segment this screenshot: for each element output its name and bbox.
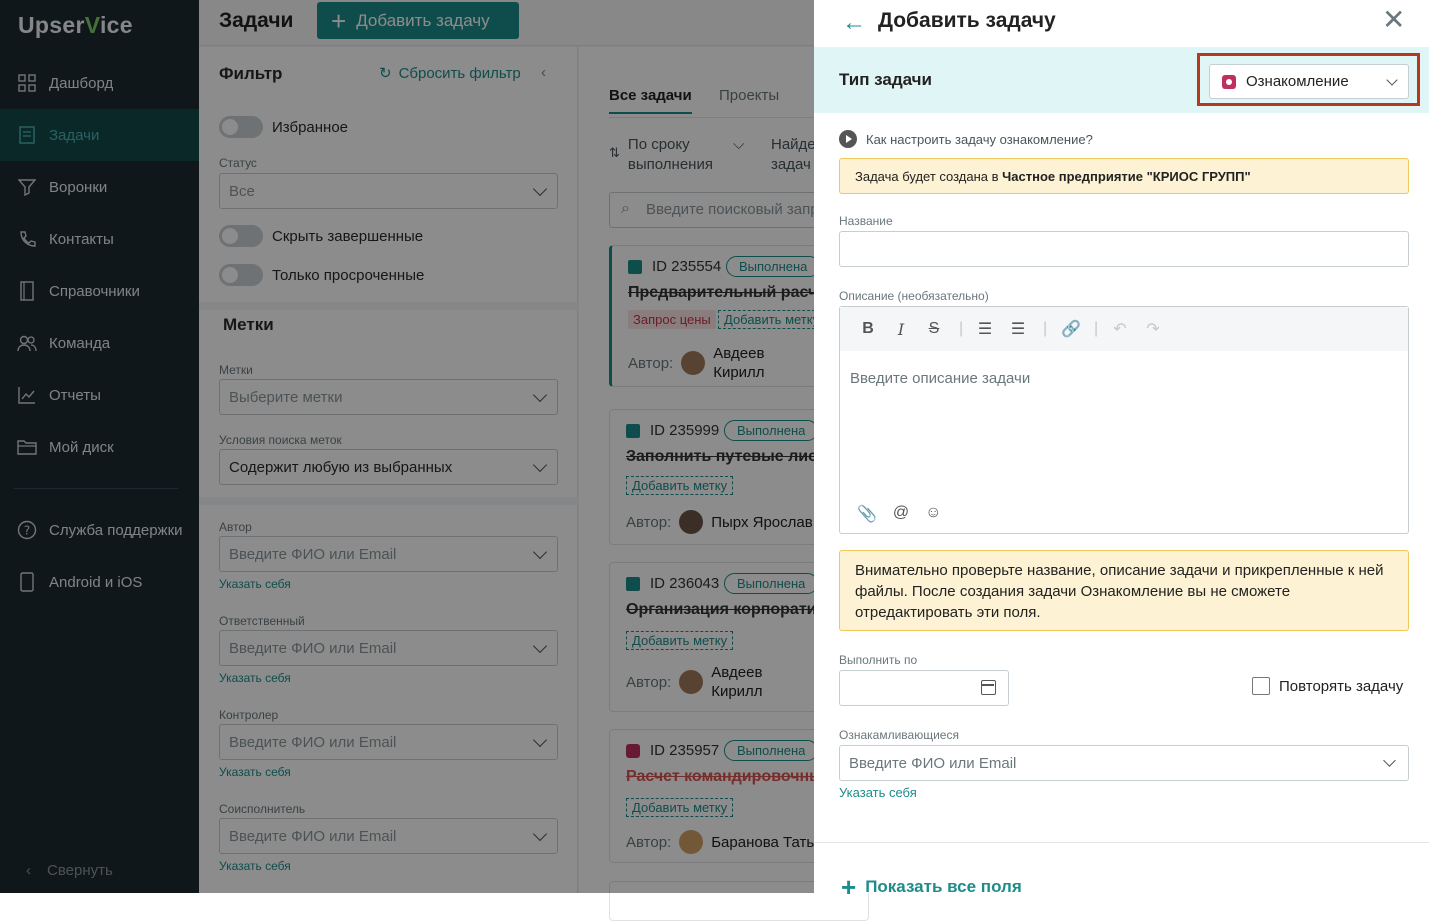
warning-message: Внимательно проверьте название, описание…	[839, 550, 1409, 631]
panel-title: Добавить задачу	[878, 9, 1056, 32]
task-type-select[interactable]: Ознакомление	[1209, 64, 1409, 99]
description-placeholder: Введите описание задачи	[850, 370, 1031, 387]
modal-overlay[interactable]	[0, 0, 814, 893]
show-all-label: Показать все поля	[865, 877, 1022, 896]
editor-toolbar: B I S | ☰ ☰ | 🔗 | ↶ ↷	[840, 307, 1408, 351]
repeat-label: Повторять задачу	[1279, 677, 1404, 695]
task-type-bar: Тип задачи Ознакомление	[814, 47, 1429, 113]
redo-icon[interactable]: ↷	[1145, 319, 1161, 339]
chevron-down-icon	[1386, 74, 1398, 86]
name-label: Название	[839, 214, 893, 228]
info-prefix: Задача будет создана в	[855, 169, 1003, 184]
close-icon[interactable]: ✕	[1382, 6, 1405, 34]
checkbox[interactable]	[1252, 677, 1270, 695]
eye-icon	[1222, 74, 1236, 89]
task-name-input[interactable]	[839, 231, 1409, 267]
readers-placeholder: Введите ФИО или Email	[849, 755, 1017, 772]
plus-icon: +	[841, 872, 857, 902]
task-type-value: Ознакомление	[1246, 73, 1349, 90]
editor-footer: 📎 @ ☺	[857, 504, 958, 524]
description-label: Описание (необязательно)	[839, 289, 989, 303]
calendar-icon[interactable]	[981, 680, 996, 695]
readers-label: Ознакамливающиеся	[839, 728, 959, 742]
repeat-checkbox[interactable]: Повторять задачу	[1252, 677, 1403, 695]
play-icon	[839, 130, 857, 148]
due-date-input[interactable]	[839, 670, 1009, 706]
readers-self-link[interactable]: Указать себя	[839, 785, 917, 800]
highlight-frame: Ознакомление	[1197, 53, 1420, 106]
emoji-icon[interactable]: ☺	[925, 504, 941, 524]
panel-header: ← Добавить задачу ✕	[814, 0, 1429, 46]
separator: |	[1094, 320, 1099, 337]
howto-label: Как настроить задачу ознакомление?	[866, 131, 1093, 147]
undo-icon[interactable]: ↶	[1112, 319, 1128, 339]
show-all-fields-button[interactable]: + Показать все поля	[841, 874, 1022, 900]
separator: |	[1043, 320, 1048, 337]
description-editor[interactable]: B I S | ☰ ☰ | 🔗 | ↶ ↷ Введите описание з…	[839, 306, 1409, 534]
bold-icon[interactable]: B	[860, 320, 876, 338]
strikethrough-icon[interactable]: S	[926, 320, 942, 338]
link-icon[interactable]: 🔗	[1061, 319, 1081, 339]
company-name: Частное предприятие "КРИОС ГРУПП"	[1002, 169, 1251, 184]
chevron-down-icon	[1383, 754, 1396, 767]
mention-icon[interactable]: @	[893, 504, 909, 524]
back-arrow-icon[interactable]: ←	[842, 9, 866, 37]
add-task-panel: ← Добавить задачу ✕ Тип задачи Ознакомле…	[814, 0, 1429, 900]
separator: |	[959, 320, 964, 337]
panel-divider	[814, 842, 1429, 843]
readers-select[interactable]: Введите ФИО или Email	[839, 745, 1409, 781]
task-type-label: Тип задачи	[839, 70, 933, 89]
attach-icon[interactable]: 📎	[857, 504, 877, 524]
bullet-list-icon[interactable]: ☰	[977, 319, 993, 339]
due-label: Выполнить по	[839, 653, 918, 667]
company-info: Задача будет создана в Частное предприят…	[839, 158, 1409, 194]
italic-icon[interactable]: I	[893, 320, 909, 339]
howto-link[interactable]: Как настроить задачу ознакомление?	[839, 130, 1093, 148]
numbered-list-icon[interactable]: ☰	[1010, 319, 1026, 339]
